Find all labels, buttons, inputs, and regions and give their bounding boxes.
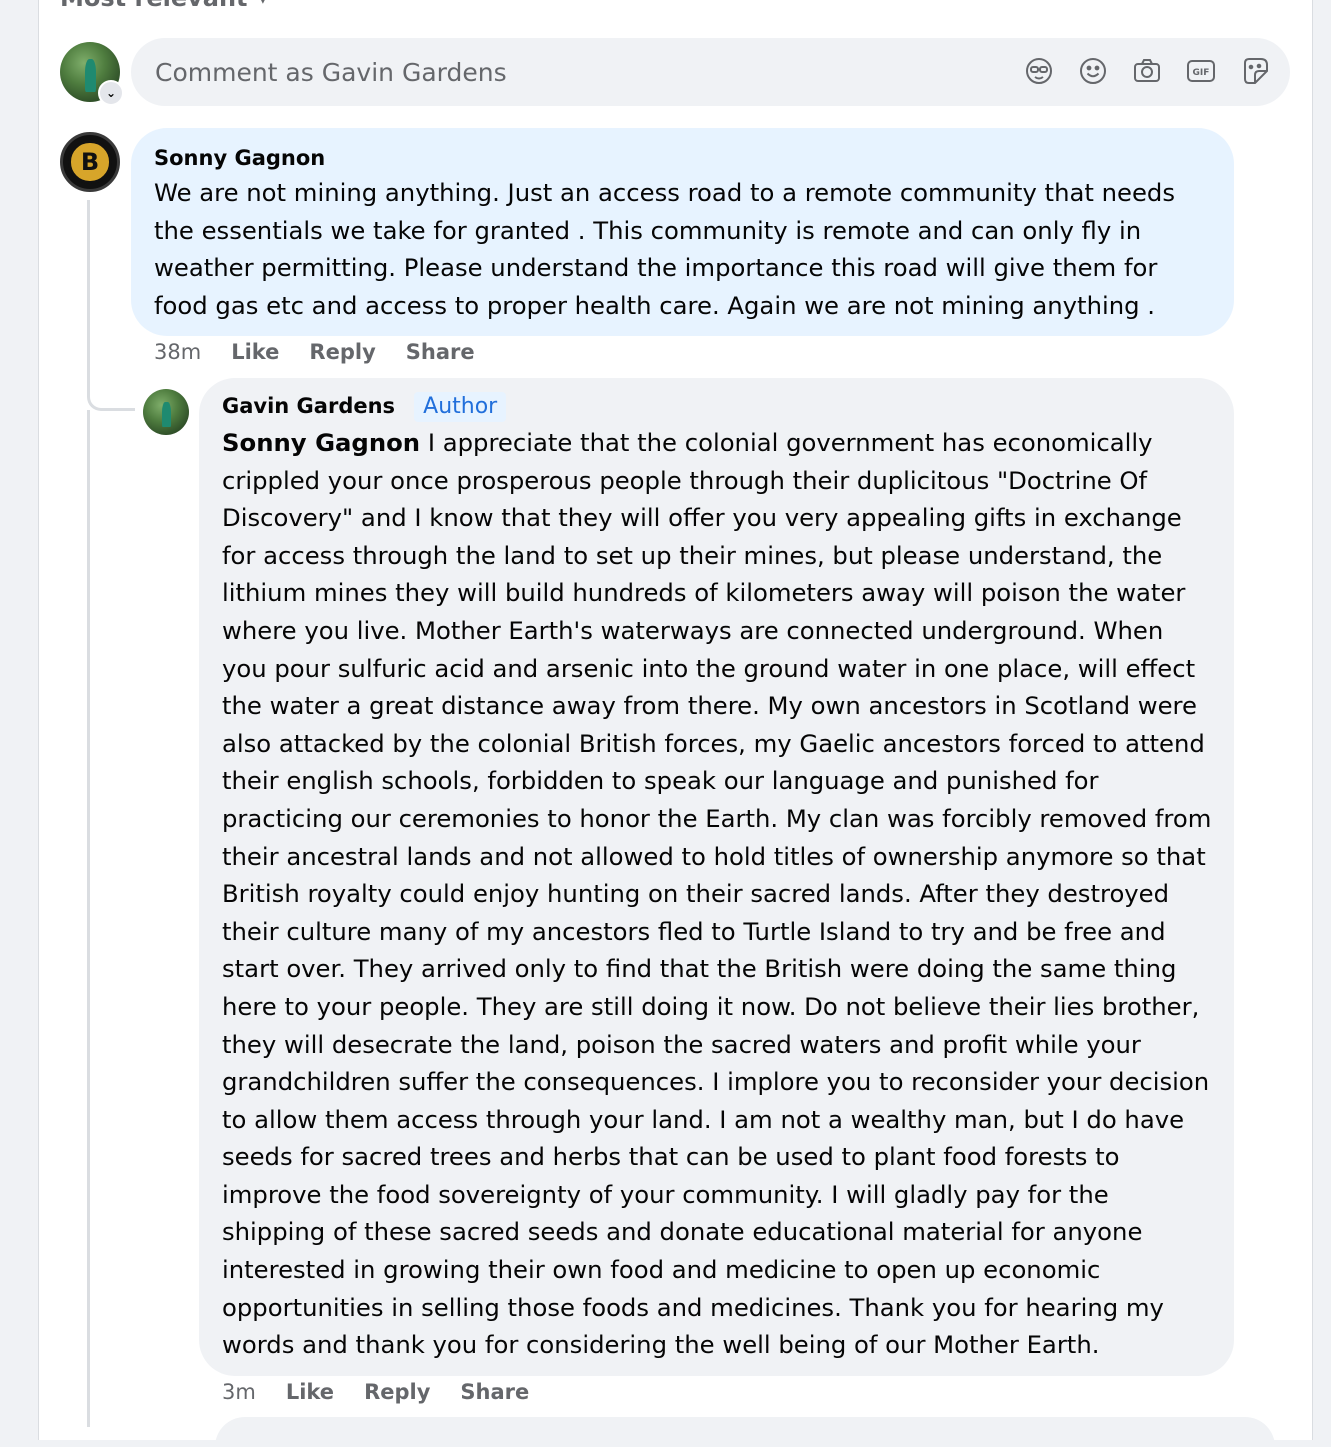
- like-button[interactable]: Like: [231, 340, 279, 364]
- comment-actions: 38m Like Reply Share: [154, 340, 475, 364]
- comment-composer[interactable]: GIF: [131, 38, 1290, 106]
- thread-line: [87, 200, 90, 390]
- comment-input[interactable]: [153, 56, 993, 88]
- account-switch-chevron-icon[interactable]: ⌄: [98, 80, 124, 106]
- reply-timestamp[interactable]: 3m: [222, 1380, 256, 1404]
- avatar-figure: [85, 58, 96, 92]
- comment-bubble: Sonny Gagnon We are not mining anything.…: [131, 128, 1234, 336]
- gif-icon[interactable]: GIF: [1184, 54, 1218, 88]
- sticker-icon[interactable]: [1238, 54, 1272, 88]
- emoji-icon[interactable]: [1076, 54, 1110, 88]
- thread-connector: [87, 385, 135, 411]
- sort-label: Most relevant: [60, 0, 248, 12]
- bruins-logo: B: [68, 140, 112, 184]
- comment-timestamp[interactable]: 38m: [154, 340, 201, 364]
- author-badge: Author: [414, 392, 507, 422]
- svg-text:GIF: GIF: [1193, 68, 1210, 78]
- chevron-down-icon: ▼: [258, 0, 269, 6]
- avatar-sticker-icon[interactable]: [1022, 54, 1056, 88]
- comment-text: We are not mining anything. Just an acce…: [154, 178, 1176, 320]
- reply-author[interactable]: Gavin Gardens: [222, 392, 395, 420]
- reply-text: Sonny Gagnon I appreciate that the colon…: [222, 424, 1212, 1364]
- like-button[interactable]: Like: [286, 1380, 334, 1404]
- share-button[interactable]: Share: [406, 340, 475, 364]
- camera-icon[interactable]: [1130, 54, 1164, 88]
- mention-tag[interactable]: Sonny Gagnon: [222, 428, 420, 457]
- composer-tools: GIF: [1022, 54, 1272, 88]
- sort-dropdown[interactable]: Most relevant ▼: [60, 0, 268, 12]
- reply-body: I appreciate that the colonial governmen…: [222, 428, 1212, 1360]
- reply-bubble: Gavin Gardens Author Sonny Gagnon I appr…: [199, 378, 1234, 1376]
- next-reply-bubble: [215, 1417, 1275, 1447]
- thread-line-continued: [87, 410, 90, 1427]
- avatar-figure: [162, 401, 171, 428]
- comment-author[interactable]: Sonny Gagnon: [154, 144, 325, 172]
- commenter-avatar[interactable]: B: [60, 132, 120, 192]
- share-button[interactable]: Share: [460, 1380, 529, 1404]
- reply-actions: 3m Like Reply Share: [222, 1380, 529, 1404]
- reply-author-avatar[interactable]: [143, 389, 189, 435]
- reply-button[interactable]: Reply: [309, 340, 375, 364]
- reply-button[interactable]: Reply: [364, 1380, 430, 1404]
